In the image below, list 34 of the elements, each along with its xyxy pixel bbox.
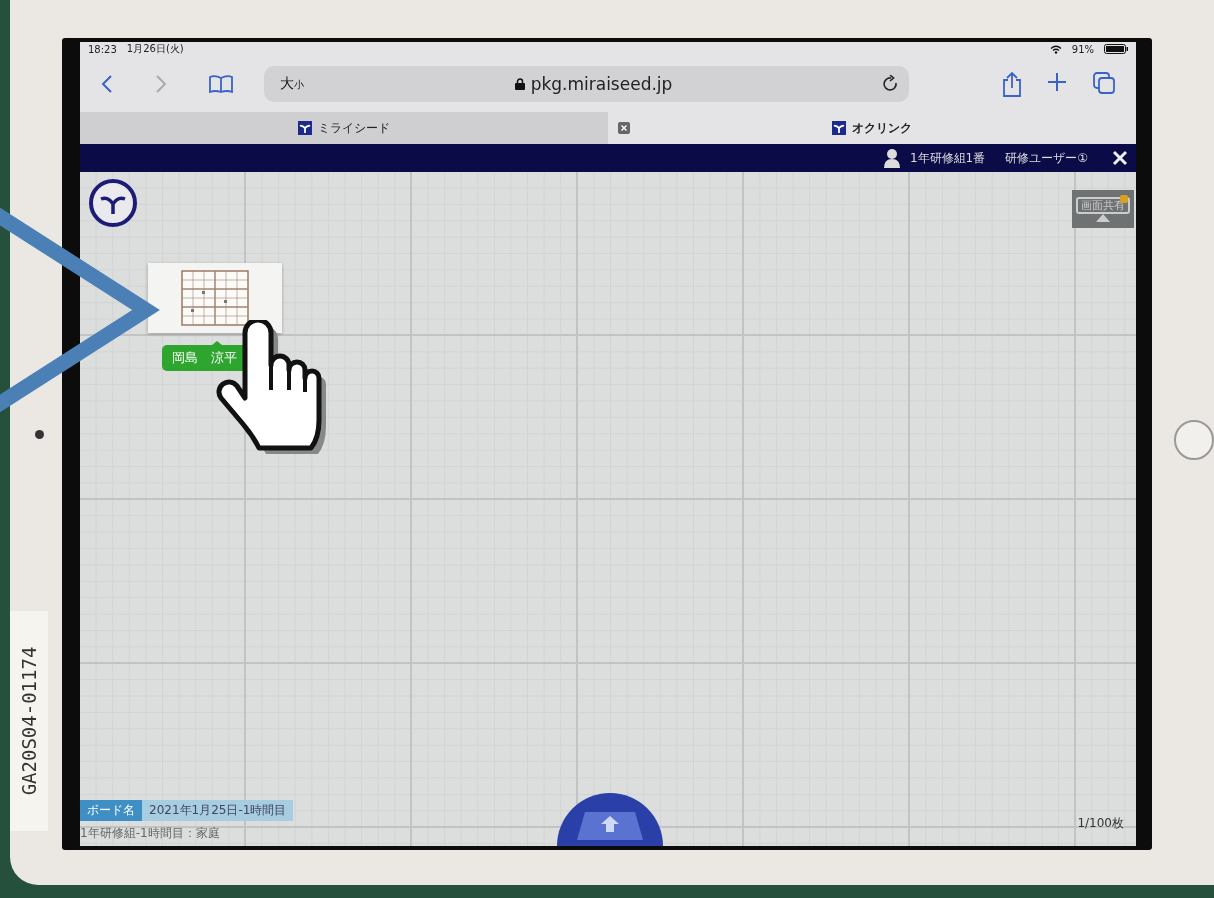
new-tab-icon[interactable] <box>1046 71 1068 93</box>
home-button[interactable] <box>1174 420 1214 460</box>
bookmarks-icon[interactable] <box>208 74 234 94</box>
battery-icon <box>1104 44 1128 54</box>
page-count: 1/100枚 <box>1077 815 1124 832</box>
browser-tab[interactable]: ミライシード <box>80 112 608 144</box>
lock-icon <box>514 78 525 90</box>
upload-button[interactable] <box>557 790 663 846</box>
wifi-icon <box>1049 44 1062 54</box>
battery-percent: 91% <box>1071 43 1094 55</box>
status-time: 18:23 <box>88 43 117 55</box>
back-icon[interactable] <box>100 74 114 94</box>
share-icon[interactable] <box>1002 71 1022 97</box>
favicon-icon <box>298 121 312 135</box>
text-size-button[interactable]: 大小 <box>274 75 304 93</box>
board-name-label: ボード名 <box>80 800 142 821</box>
class-lesson-text: 1年研修組-1時間目：家庭 <box>80 825 221 842</box>
reload-icon[interactable] <box>883 75 899 93</box>
user-name: 研修ユーザー① <box>1005 149 1088 167</box>
tabs-icon[interactable] <box>1092 71 1116 95</box>
favicon-icon <box>832 121 846 135</box>
sprout-logo-icon[interactable] <box>88 178 138 228</box>
close-icon[interactable] <box>1112 150 1128 166</box>
address-bar[interactable]: 大小 pkg.miraiseed.jp <box>264 66 909 102</box>
asset-tag: GA20S04-01174 <box>18 646 40 796</box>
board-name: 2021年1月25日-1時間目 <box>142 800 294 821</box>
tab-close-icon[interactable] <box>618 122 630 134</box>
triangle-icon <box>1096 213 1110 222</box>
camera-icon <box>34 430 44 439</box>
user-icon <box>883 148 900 168</box>
url-text: pkg.miraiseed.jp <box>530 74 673 94</box>
status-date: 1月26日(火) <box>126 42 184 56</box>
class-name: 1年研修組1番 <box>909 149 986 167</box>
thumbnail-card[interactable] <box>148 263 282 333</box>
